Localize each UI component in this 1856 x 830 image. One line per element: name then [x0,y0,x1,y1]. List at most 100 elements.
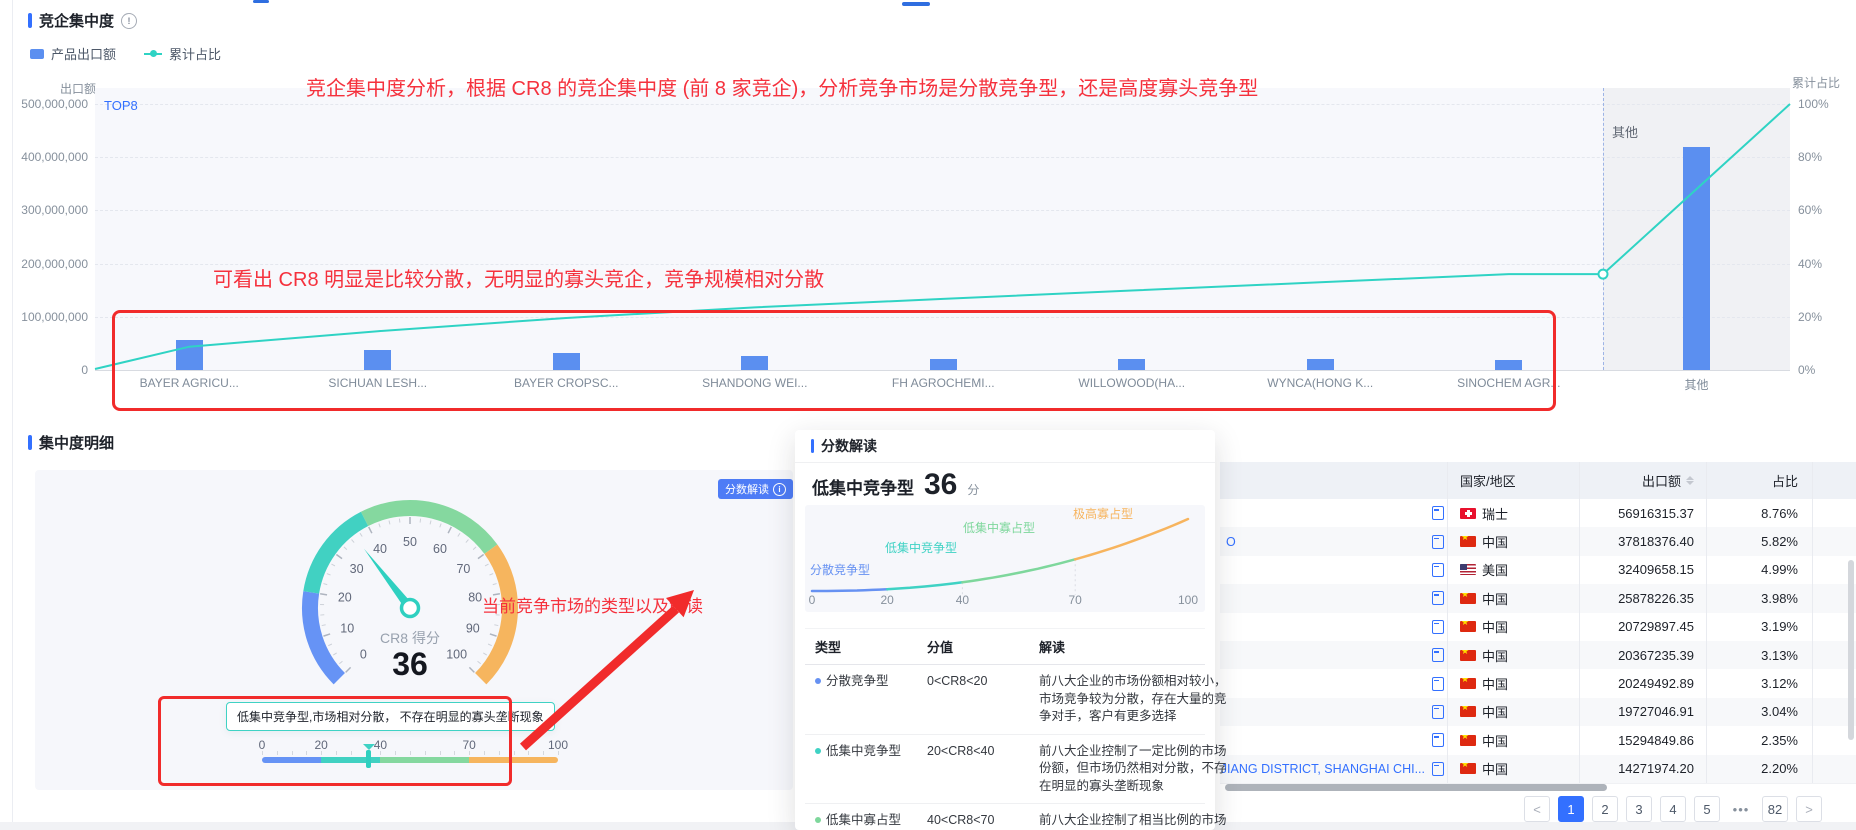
extra-cell [1813,755,1856,783]
ratio-cell: 4.99% [1707,556,1813,584]
svg-text:20: 20 [338,591,352,605]
country-cell: 中国 [1448,527,1580,555]
legend-item-cumulative[interactable]: 累计占比 [144,44,221,63]
customs-doc-icon[interactable] [1432,620,1444,634]
page-5[interactable]: 5 [1694,796,1720,822]
table-row[interactable]: 瑞士56916315.378.76% [1220,499,1856,528]
popup-header: 分数解读 [795,430,1215,463]
customs-doc-icon[interactable] [1432,563,1444,577]
page-ellipsis[interactable]: ••• [1728,796,1754,822]
page-title: 竞企集中度 [39,10,114,31]
table-row[interactable]: AD,SONGJIANG DISTRICT, SHANGHAI CHI...中国… [1220,755,1856,784]
company-link-fragment[interactable]: AD,SONGJIANG DISTRICT, SHANGHAI CHI... [1220,762,1425,776]
slider-minor-tick [514,751,515,755]
table-row[interactable]: 中国20729897.453.19% [1220,613,1856,642]
company-link-fragment[interactable]: O [1226,535,1236,549]
interp-desc: 前八大企业的市场份额相对较小，市场竞争较为分散，存在大量的竞争对手，客户有更多选… [1029,665,1243,734]
curve-x-tick: 40 [956,593,969,607]
export-cell: 15294849.86 [1580,726,1707,754]
country-cell: 瑞士 [1448,499,1580,527]
page-3[interactable]: 3 [1626,796,1652,822]
interp-type: 低集中竞争型 [805,735,917,804]
pagination: <12345 ••• 82 > [1524,796,1822,822]
collapsed-sidebar-edge [0,0,13,830]
legend-item-export[interactable]: 产品出口额 [30,44,116,63]
y-tick: 200,000,000 [0,257,88,271]
page-prev[interactable]: < [1524,796,1550,822]
flag-icon-cn [1460,593,1476,604]
company-cell [1220,726,1448,754]
customs-doc-icon[interactable] [1432,677,1444,691]
type-dot [815,817,821,823]
table-row[interactable]: O中国37818376.405.82% [1220,527,1856,556]
info-icon[interactable]: ! [121,13,137,29]
table-header-row: 国家/地区 出口额 占比 [1220,462,1856,499]
curve-zone-label: 分散竞争型 [810,561,870,578]
y2-tick: 40% [1798,257,1822,271]
table-row[interactable]: 中国15294849.862.35% [1220,726,1856,755]
table-row[interactable]: 中国20249492.893.12% [1220,669,1856,698]
slider-label: 100 [548,738,568,752]
page-next[interactable]: > [1796,796,1822,822]
table-row[interactable]: 中国25878226.353.98% [1220,584,1856,613]
title-accent-bar [28,435,32,450]
interp-range: 40<CR8<70 [917,804,1029,830]
page-4[interactable]: 4 [1660,796,1686,822]
header-export[interactable]: 出口额 [1580,462,1707,499]
annotation-mid: 可看出 CR8 明显是比较分散，无明显的寡头竞企，竞争规模相对分散 [213,263,824,292]
score-interpretation-badge[interactable]: 分数解读 i [718,479,793,499]
slider-minor-tick [528,751,529,755]
title-accent-bar [811,439,814,453]
vertical-scrollbar[interactable] [1848,560,1854,740]
bar-8[interactable] [1683,147,1710,370]
customs-doc-icon[interactable] [1432,705,1444,719]
score-curve-panel: 分散竞争型低集中竞争型低集中寡占型极高寡占型 0204070100 [805,505,1205,612]
interpretation-table: 类型 分值 解读 分散竞争型0<CR8<20前八大企业的市场份额相对较小，市场竞… [805,628,1205,830]
page-1[interactable]: 1 [1558,796,1584,822]
table-row[interactable]: 中国20367235.393.13% [1220,641,1856,670]
curve-zone-label: 低集中寡占型 [963,519,1035,536]
y2-tick: 100% [1798,97,1829,111]
y-tick: 100,000,000 [0,310,88,324]
customs-doc-icon[interactable] [1432,733,1444,747]
sort-icon[interactable] [1686,476,1694,485]
page-82[interactable]: 82 [1762,796,1788,822]
y-tick: 0 [0,363,88,377]
customs-doc-icon[interactable] [1432,762,1444,776]
svg-text:80: 80 [468,591,482,605]
page-2[interactable]: 2 [1592,796,1618,822]
company-cell [1220,613,1448,641]
table-row[interactable]: 中国19727046.913.04% [1220,698,1856,727]
chart-legend: 产品出口额 累计占比 [30,44,221,63]
company-cell: O [1220,527,1448,555]
customs-doc-icon[interactable] [1432,591,1444,605]
customs-doc-icon[interactable] [1432,648,1444,662]
table-row[interactable]: 美国32409658.154.99% [1220,556,1856,585]
gauge-score: 36 [330,646,490,683]
company-cell: AD,SONGJIANG DISTRICT, SHANGHAI CHI... [1220,755,1448,783]
annotation-rect-chart [112,310,1556,411]
interp-range: 0<CR8<20 [917,665,1029,734]
ratio-cell: 5.82% [1707,527,1813,555]
flag-icon-cn [1460,735,1476,746]
line-series-swatch [144,53,162,55]
ratio-cell: 3.04% [1707,698,1813,726]
customs-doc-icon[interactable] [1432,506,1444,520]
gauge-hub [402,600,419,617]
gridline [95,104,1790,105]
export-cell: 32409658.15 [1580,556,1707,584]
annotation-rect-slider [158,696,512,786]
top-tab-indicator [253,0,269,3]
popup-score: 36 [924,468,957,502]
country-cell: 中国 [1448,726,1580,754]
y2-axis-title: 累计占比 [1792,74,1840,91]
flag-icon-cn [1460,650,1476,661]
competitor-table: 国家/地区 出口额 占比 瑞士56916315.378.76%O中国378183… [1220,462,1856,784]
customs-doc-icon[interactable] [1432,535,1444,549]
horizontal-scrollbar[interactable] [1225,784,1607,791]
interp-desc: 前八大企业控制了一定比例的市场份额，但市场仍然相对分散，不存在明显的寡头垄断现象 [1029,735,1243,804]
slider-minor-tick [558,751,559,755]
region-divider-line [1603,88,1604,370]
popup-title: 分数解读 [821,436,877,456]
company-cell [1220,499,1448,527]
